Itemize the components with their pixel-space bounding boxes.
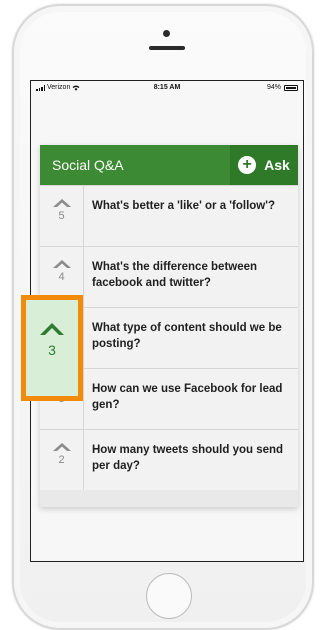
card-title: Social Q&A [52, 157, 124, 173]
upvote-chevron-icon [52, 260, 71, 268]
vote-count: 2 [58, 454, 65, 466]
question-row[interactable]: 5 What's better a 'like' or a 'follow'? [40, 185, 298, 246]
front-camera [163, 30, 170, 37]
home-button[interactable] [146, 573, 192, 619]
status-time: 8:15 AM [153, 84, 181, 91]
status-right: 94% [267, 84, 298, 91]
highlighted-vote-count: 3 [48, 342, 56, 358]
upvote-button[interactable]: 5 [40, 186, 84, 246]
plus-circle-icon: + [238, 156, 257, 174]
question-text[interactable]: What's better a 'like' or a 'follow'? [92, 198, 288, 214]
card-header: Social Q&A + Ask [40, 145, 298, 185]
question-text[interactable]: How can we use Facebook for lead gen? [92, 381, 288, 413]
battery-icon [284, 84, 298, 91]
ask-button-label: Ask [264, 157, 290, 173]
upvote-button[interactable]: 2 [40, 430, 84, 490]
battery-percent: 94% [266, 84, 281, 91]
earpiece-speaker [149, 46, 185, 50]
vote-count: 4 [58, 271, 65, 283]
upvote-highlight[interactable]: 3 [21, 295, 83, 401]
question-text[interactable]: How many tweets should you send per day? [92, 442, 288, 474]
vote-count: 5 [58, 210, 65, 222]
question-row[interactable]: 2 How many tweets should you send per da… [40, 429, 298, 490]
ask-button[interactable]: + Ask [230, 145, 298, 185]
upvote-chevron-icon [52, 199, 71, 207]
upvote-chevron-icon [52, 443, 71, 451]
upvote-chevron-icon [40, 323, 64, 335]
question-text[interactable]: What type of content should we be postin… [92, 320, 288, 352]
question-text[interactable]: What's the difference between facebook a… [92, 259, 288, 291]
status-bar: Verizon 8:15 AM 94% [31, 81, 303, 95]
